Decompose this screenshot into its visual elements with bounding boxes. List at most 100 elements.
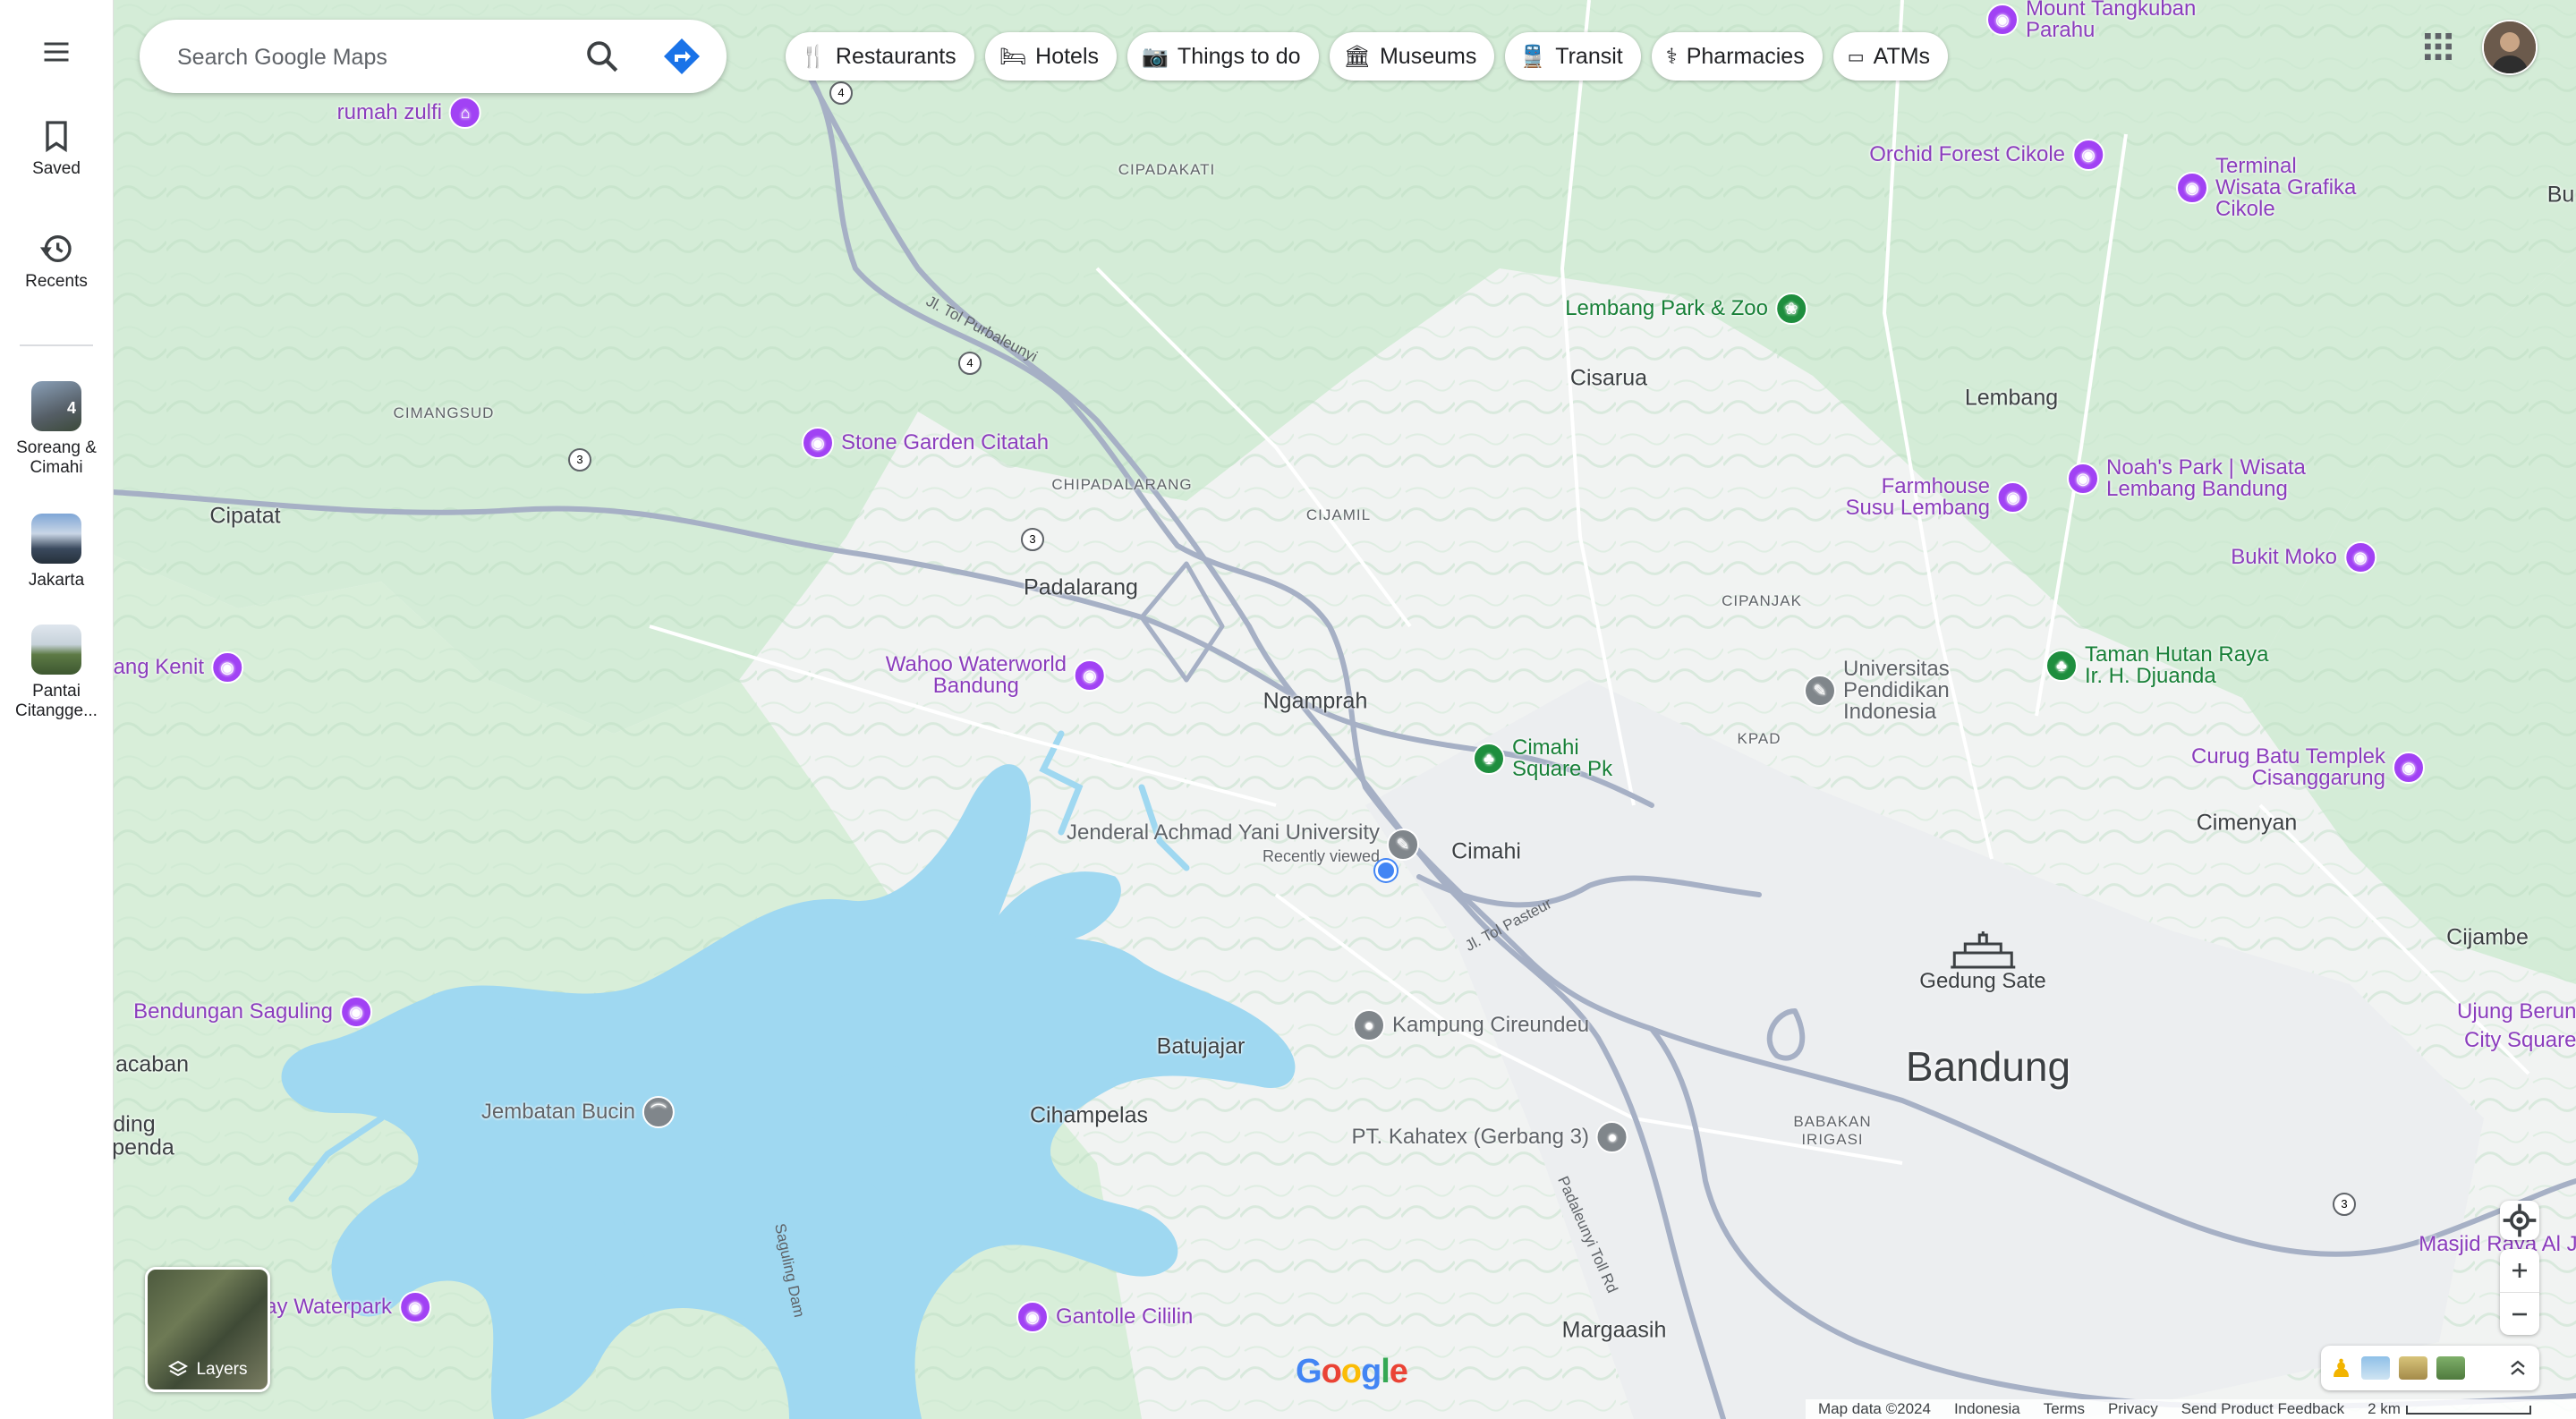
poi-label: Jembatan Bucin xyxy=(480,1100,635,1124)
layers-label: Layers xyxy=(196,1360,248,1379)
poi-mount-tangkuban[interactable]: ◉ Mount Tangkuban Parahu xyxy=(1986,0,2196,41)
poi-label: Curug Batu Templek xyxy=(2190,744,2385,769)
poi-label: Orchid Forest Cikole xyxy=(1869,142,2065,166)
country-link[interactable]: Indonesia xyxy=(1954,1400,2020,1418)
museum-icon: 🏛 xyxy=(1343,44,1371,69)
poi-kampung-cireundeu[interactable]: ● Kampung Cireundeu xyxy=(1353,1009,1589,1041)
city-label: Cimenyan xyxy=(2196,810,2298,836)
layers-button[interactable]: Layers xyxy=(145,1267,270,1392)
privacy-link[interactable]: Privacy xyxy=(2108,1400,2158,1418)
poi-label: Ujung Berun xyxy=(2457,999,2576,1024)
poi-taman-hutan[interactable]: ♣ Taman Hutan Raya Ir. H. Djuanda xyxy=(2045,644,2268,687)
poi-rumah-zulfi[interactable]: rumah zulfi ⌂ xyxy=(337,97,481,129)
scale-indicator[interactable]: 2 km xyxy=(2368,1400,2531,1418)
apps-grid-icon[interactable] xyxy=(2420,29,2456,64)
recent-place-jakarta[interactable]: Jakarta xyxy=(0,514,113,591)
zoom-in-button[interactable] xyxy=(2500,1249,2539,1292)
pharmacy-icon: ⚕ xyxy=(1665,44,1678,69)
city-label: Cipatat xyxy=(209,503,281,529)
poi-farmhouse[interactable]: Farmhouse Susu Lembang ◉ xyxy=(1846,476,2029,519)
poi-gantolle[interactable]: ◉ Gantolle Cililin xyxy=(1016,1301,1193,1333)
poi-label: Bendungan Saguling xyxy=(133,999,333,1024)
terms-link[interactable]: Terms xyxy=(2044,1400,2085,1418)
poi-label: ay Waterpark xyxy=(265,1295,392,1319)
poi-orchid-forest[interactable]: Orchid Forest Cikole ◉ xyxy=(1869,139,2104,171)
poi-masjid-raya[interactable]: Masjid Raya Al Jabbar xyxy=(2419,1234,2576,1255)
zoom-out-button[interactable] xyxy=(2500,1292,2539,1336)
poi-curug-batu[interactable]: Curug Batu Templek Cisanggarung ◉ xyxy=(2191,746,2425,789)
chip-museums[interactable]: 🏛 Museums xyxy=(1329,32,1495,81)
recent-place-pantai[interactable]: Pantai Citangge... xyxy=(0,625,113,721)
poi-label: Square Pk xyxy=(1512,757,1613,781)
poi-bendungan-saguling[interactable]: Bendungan Saguling ◉ xyxy=(133,996,372,1028)
recents-label: Recents xyxy=(25,272,88,291)
landmark-icon xyxy=(1950,931,2015,969)
poi-wahoo[interactable]: Wahoo Waterworld Bandung ◉ xyxy=(886,654,1106,697)
chip-restaurants[interactable]: 🍴 Restaurants xyxy=(786,32,974,81)
my-location-button[interactable] xyxy=(2500,1201,2539,1240)
menu-button[interactable] xyxy=(0,36,113,73)
search-icon[interactable] xyxy=(583,38,621,75)
poi-label: Gantolle Cililin xyxy=(1056,1304,1194,1329)
camera-pin-icon: ◉ xyxy=(1986,4,2019,36)
chip-label: Restaurants xyxy=(835,43,956,69)
road-shield: 4 xyxy=(958,352,982,375)
chip-label: Hotels xyxy=(1035,43,1100,69)
poi-cimahi-square[interactable]: ♣ Cimahi Square Pk xyxy=(1473,737,1612,780)
search-box xyxy=(140,20,727,93)
poi-upi[interactable]: ✎ Universitas Pendidikan Indonesia xyxy=(1804,659,1950,723)
recents-button[interactable]: Recents xyxy=(0,231,113,292)
chip-things-to-do[interactable]: 📷 Things to do xyxy=(1127,32,1319,81)
saved-button[interactable]: Saved xyxy=(0,118,113,179)
poi-waterpark[interactable]: ay Waterpark ◉ xyxy=(265,1291,431,1323)
area-label: KPAD xyxy=(1737,730,1781,747)
chip-pharmacies[interactable]: ⚕ Pharmacies xyxy=(1651,32,1823,81)
search-input[interactable] xyxy=(175,36,573,79)
feedback-link[interactable]: Send Product Feedback xyxy=(2181,1400,2344,1418)
city-label: Bu xyxy=(2546,182,2575,208)
poi-terminal-wisata[interactable]: ◉ Terminal Wisata Grafika Cikole xyxy=(2176,156,2368,220)
poi-stone-garden[interactable]: ◉ Stone Garden Citatah xyxy=(802,427,1049,459)
poi-label: Indonesia xyxy=(1843,700,1937,724)
poi-label: Universitas xyxy=(1843,657,1950,681)
poi-kahatex[interactable]: PT. Kahatex (Gerbang 3) ● xyxy=(1352,1121,1628,1153)
area-label: BABAKAN IRIGASI xyxy=(1793,1113,1872,1148)
plus-icon xyxy=(2512,1263,2527,1278)
poi-label: rumah zulfi xyxy=(336,100,442,124)
recent-place-soreang[interactable]: 4 Soreang & Cimahi xyxy=(0,381,113,478)
city-label: acaban xyxy=(115,1051,190,1077)
directions-button[interactable] xyxy=(660,35,703,78)
poi-label: Bukit Moko xyxy=(2231,545,2337,569)
camera-pin-icon: ◉ xyxy=(2344,541,2376,574)
account-avatar[interactable] xyxy=(2482,20,2538,75)
poi-label: Bandung xyxy=(932,674,1019,698)
poi-noahs-park[interactable]: ◉ Noah's Park | Wisata Lembang Bandung xyxy=(2067,457,2306,500)
chip-label: Museums xyxy=(1379,43,1477,69)
poi-label: Gedung Sate xyxy=(1919,969,2046,993)
road-shield: 4 xyxy=(829,81,853,105)
terrain-thumbnail[interactable] xyxy=(2399,1356,2428,1380)
map-canvas[interactable]: CIPADAKATI CIMANGSUD CHIPADALARANG CIJAM… xyxy=(113,0,2576,1419)
satellite-thumbnail[interactable] xyxy=(2361,1356,2391,1380)
poi-label: Parahu xyxy=(2026,18,2096,42)
pegman-icon[interactable]: ♟ xyxy=(2330,1354,2352,1383)
poi-label: Stone Garden Citatah xyxy=(841,430,1050,455)
directions-icon xyxy=(664,38,700,74)
chip-hotels[interactable]: 🛏 Hotels xyxy=(984,32,1118,81)
road-shield: 3 xyxy=(2333,1193,2356,1216)
poi-lembang-park[interactable]: Lembang Park & Zoo ❀ xyxy=(1565,293,1807,325)
city-label: Batujajar xyxy=(1156,1033,1245,1059)
chevron-up-icon[interactable] xyxy=(2505,1355,2530,1381)
poi-gayang[interactable]: hyang Kenit ◉ xyxy=(113,651,243,684)
poi-jembatan-bucin[interactable]: Jembatan Bucin ⌒ xyxy=(481,1096,675,1128)
chip-atms[interactable]: ▭ ATMs xyxy=(1832,32,1949,81)
street-thumbnail[interactable] xyxy=(2436,1356,2466,1380)
landmark-gedung-sate[interactable]: Gedung Sate xyxy=(1919,930,2046,994)
camera-pin-icon: ◉ xyxy=(2072,139,2104,171)
camera-pin-icon: ◉ xyxy=(2393,752,2425,784)
poi-label: Cisanggarung xyxy=(2251,766,2385,790)
poi-label: Terminal Wisata Grafika Cikole xyxy=(2215,154,2357,221)
poi-bukit-moko[interactable]: Bukit Moko ◉ xyxy=(2231,541,2376,574)
poi-unjani[interactable]: Jenderal Achmad Yani University Recently … xyxy=(1067,822,1419,867)
chip-transit[interactable]: 🚆 Transit xyxy=(1505,32,1641,81)
